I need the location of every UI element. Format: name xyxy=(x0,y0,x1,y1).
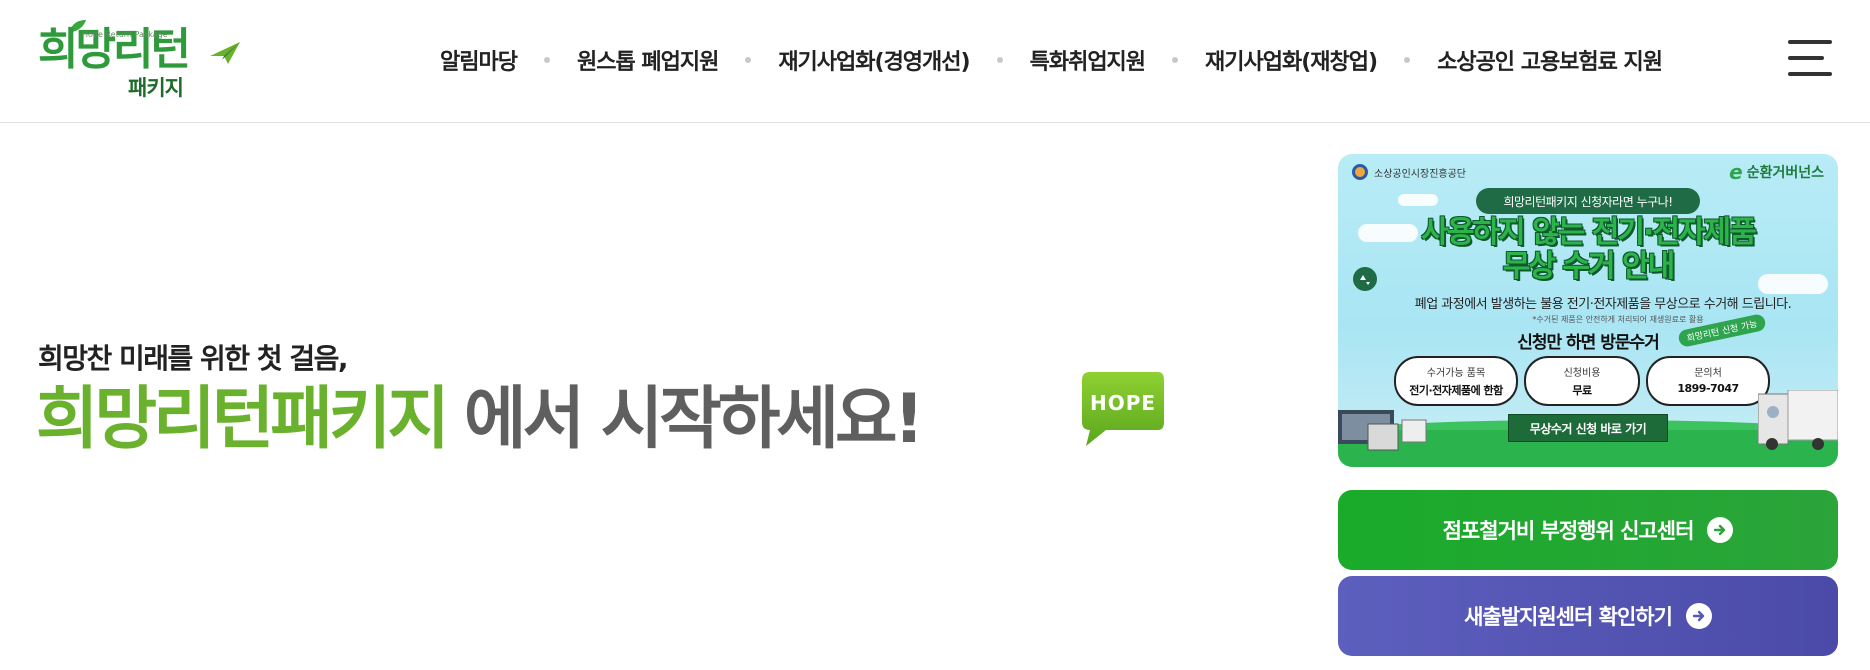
hope-speech-bubble-icon: HOPE xyxy=(1082,372,1164,446)
site-logo[interactable]: 희망리턴 Hope Return Package 패키지 xyxy=(38,18,240,100)
newstart-center-button[interactable]: 새출발지원센터 확인하기 xyxy=(1338,576,1838,656)
main-nav: 알림마당 원스톱 폐업지원 재기사업화(경영개선) 특화취업지원 재기사업화(재… xyxy=(440,36,1663,84)
org-logo-icon xyxy=(1352,164,1368,180)
nav-item-restart[interactable]: 재기사업화(재창업) xyxy=(1205,44,1378,76)
report-center-label: 점포철거비 부정행위 신고센터 xyxy=(1442,519,1695,543)
banner-description: 폐업 과정에서 발생하는 불용 전기·전자제품을 무상으로 수거해 드립니다. xyxy=(1414,297,1792,312)
nav-separator xyxy=(1172,57,1179,63)
banner-org-left: 소상공인시장진흥공단 xyxy=(1352,164,1466,180)
nav-item-business-improvement[interactable]: 재기사업화(경영개선) xyxy=(778,44,970,76)
banner-cta-button[interactable]: 무상수거 신청 바로 가기 xyxy=(1508,414,1668,442)
report-center-button[interactable]: 점포철거비 부정행위 신고센터 xyxy=(1338,490,1838,570)
hero-subtitle: 희망찬 미래를 위한 첫 걸음, xyxy=(38,342,349,375)
nav-item-onestop-closure[interactable]: 원스톱 폐업지원 xyxy=(577,44,719,76)
free-collection-banner[interactable]: 소상공인시장진흥공단 e 순환거버넌스 희망리턴패키지 신청자라면 누구나! 사… xyxy=(1338,154,1838,467)
nav-separator xyxy=(745,57,752,63)
nav-item-notice[interactable]: 알림마당 xyxy=(440,44,518,76)
hope-badge-text: HOPE xyxy=(1090,391,1156,415)
hero-highlight: 희망리턴패키지 xyxy=(36,380,450,459)
banner-info-boxes: 수거가능 품목 전기·전자제품에 한함 신청비용 무료 문의처 1899-704… xyxy=(1394,356,1770,406)
nav-item-insurance[interactable]: 소상공인 고용보험료 지원 xyxy=(1437,44,1663,76)
hero-title: 희망리턴패키지 에서 시작하세요! xyxy=(36,378,925,462)
nav-separator xyxy=(543,57,550,63)
paper-plane-icon xyxy=(210,42,240,64)
hamburger-menu-icon[interactable] xyxy=(1788,40,1832,76)
banner-title: 사용하지 않는 전기·전자제품 무상 수거 안내 xyxy=(1421,215,1757,284)
arrow-right-icon xyxy=(1685,603,1712,629)
banner-note: *수거된 제품은 안전하게 처리되어 재생원료로 활용 xyxy=(1532,315,1704,324)
banner-pill: 희망리턴패키지 신청자라면 누구나! xyxy=(1476,188,1700,214)
truck-illustration-icon xyxy=(1758,390,1838,450)
nav-separator xyxy=(996,57,1003,63)
nav-separator xyxy=(1404,57,1411,63)
info-box-cost: 신청비용 무료 xyxy=(1524,356,1640,406)
site-header: 희망리턴 Hope Return Package 패키지 알림마당 원스톱 폐업… xyxy=(0,0,1870,123)
logo-main-text: 희망리턴 xyxy=(38,24,191,75)
arrow-right-icon xyxy=(1707,517,1734,543)
hero-rest: 에서 시작하세요! xyxy=(463,380,925,459)
info-box-items: 수거가능 품목 전기·전자제품에 한함 xyxy=(1394,356,1518,406)
electronics-illustration-icon xyxy=(1338,410,1427,451)
nav-item-employment[interactable]: 특화취업지원 xyxy=(1030,44,1146,76)
banner-subtitle: 신청만 하면 방문수거 xyxy=(1517,333,1660,353)
newstart-center-label: 새출발지원센터 확인하기 xyxy=(1464,605,1673,629)
logo-sub-text: 패키지 xyxy=(128,76,184,100)
info-box-contact: 문의처 1899-7047 xyxy=(1646,356,1770,406)
banner-org-right: e 순환거버넌스 xyxy=(1729,160,1824,184)
recycle-icon xyxy=(1353,267,1377,291)
logo-tagline: Hope Return Package xyxy=(82,30,168,39)
e-logo-icon: e xyxy=(1729,160,1743,184)
